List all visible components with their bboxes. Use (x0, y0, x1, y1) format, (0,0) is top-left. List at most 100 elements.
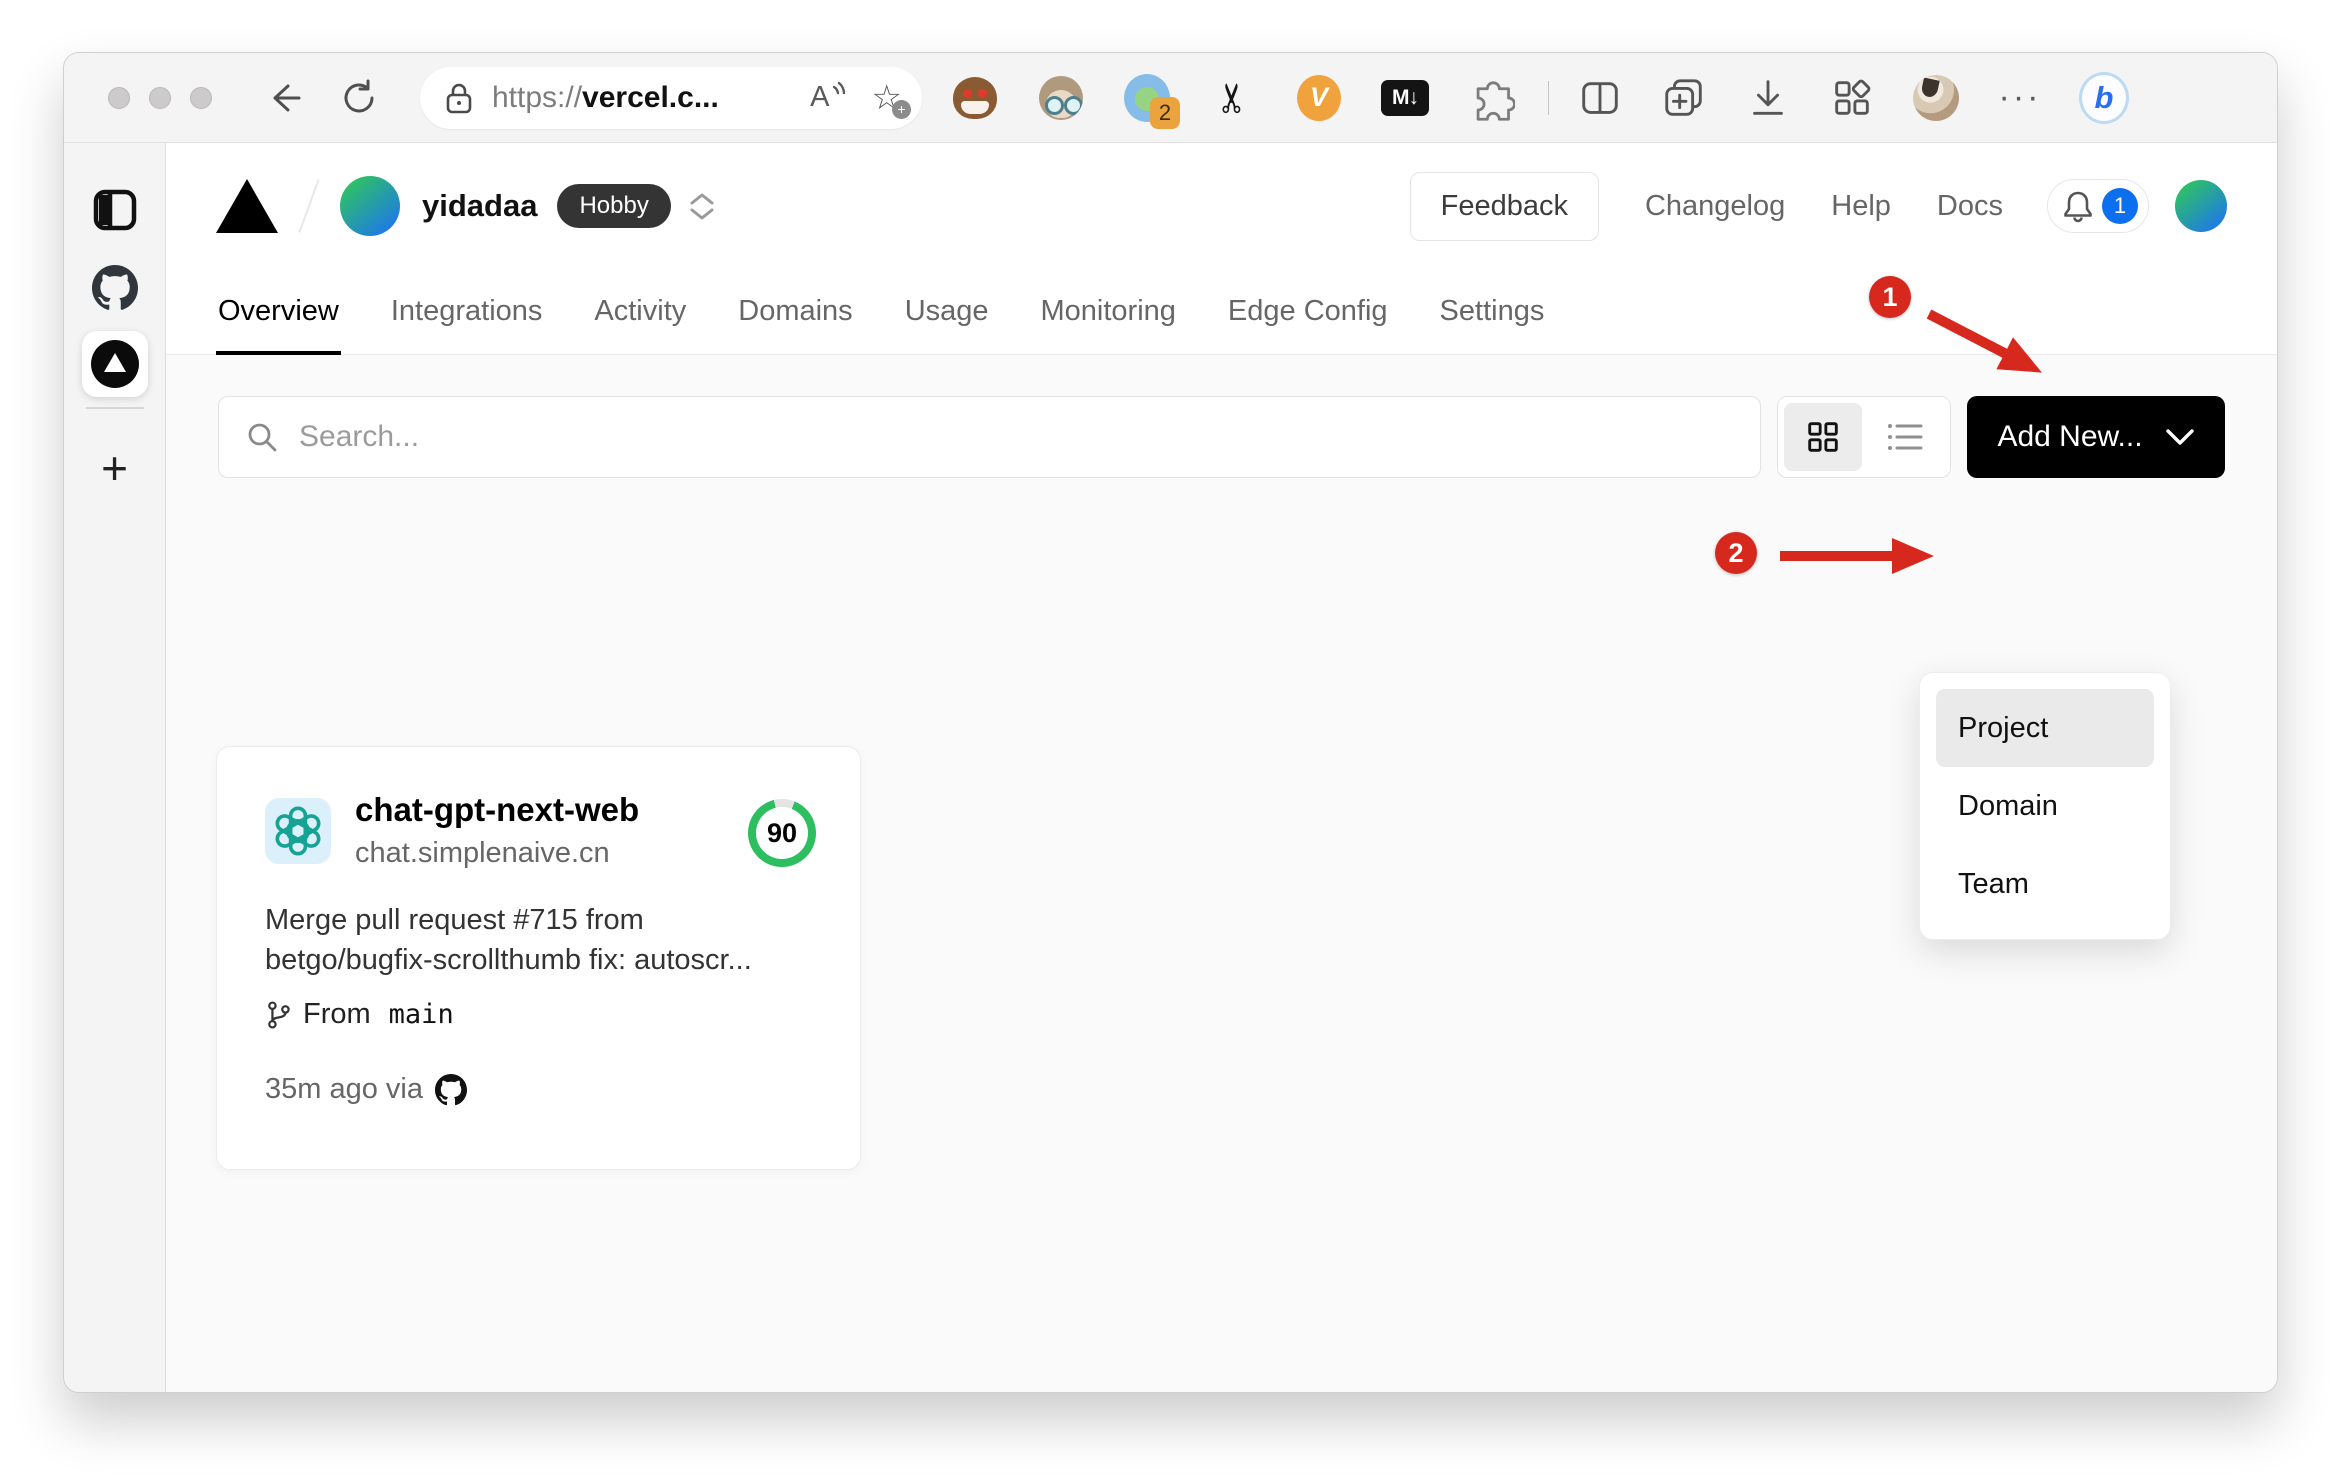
tab-domains[interactable]: Domains (738, 269, 852, 354)
dropdown-item-domain[interactable]: Domain (1936, 767, 2154, 845)
split-screen-icon (1582, 81, 1618, 114)
puzzle-icon (1476, 80, 1515, 121)
extension-clipper[interactable]: ✂ (1208, 73, 1258, 123)
project-domain[interactable]: chat.simplenaive.cn (355, 837, 639, 870)
project-card[interactable]: chat-gpt-next-web chat.simplenaive.cn 90… (216, 746, 861, 1170)
openai-logo-icon (275, 805, 321, 856)
dropdown-item-project[interactable]: Project (1936, 689, 2154, 767)
desktop-background: https://vercel.c... A ☆ + 2 ✂ V M↓ ··· b… (0, 0, 2342, 1476)
search-input[interactable] (299, 420, 1734, 454)
extension-markdownload[interactable]: M↓ (1380, 73, 1430, 123)
extension-v[interactable]: V (1294, 73, 1344, 123)
help-link[interactable]: Help (1831, 190, 1891, 223)
chevron-down-icon (690, 208, 714, 219)
zoom-window-button[interactable] (190, 86, 212, 109)
annotation-step-1: 1 (1869, 276, 1911, 318)
branch-row: From main (265, 998, 812, 1031)
tab-usage[interactable]: Usage (905, 269, 989, 354)
new-tab-button[interactable]: + (82, 435, 148, 501)
browser-toolbar: https://vercel.c... A ☆ + 2 ✂ V M↓ ··· b (64, 53, 2277, 143)
feedback-button[interactable]: Feedback (1409, 171, 1599, 241)
sidebar-panel-toggle-button[interactable] (82, 177, 148, 243)
plan-badge: Hobby (557, 184, 671, 228)
profile-button[interactable] (1911, 73, 1961, 123)
read-aloud-waves-icon (832, 81, 845, 95)
annotation-step-2: 2 (1715, 532, 1757, 574)
search-icon (248, 423, 277, 452)
tab-edge-config[interactable]: Edge Config (1228, 269, 1388, 354)
github-favicon (91, 265, 138, 310)
browser-tab-vercel-active[interactable] (81, 331, 148, 397)
lady-face-icon (1039, 75, 1083, 120)
split-screen-button[interactable] (1575, 73, 1625, 123)
browser-window: https://vercel.c... A ☆ + 2 ✂ V M↓ ··· b… (63, 52, 2278, 1393)
extension-singlefile[interactable] (1036, 73, 1086, 123)
bing-icon: b (2079, 71, 2129, 124)
grid-view-icon (1808, 422, 1838, 452)
read-aloud-label: A (810, 81, 830, 113)
changelog-link[interactable]: Changelog (1645, 190, 1785, 223)
deploy-time-row: 35m ago via (265, 1073, 812, 1106)
tab-settings[interactable]: Settings (1440, 269, 1545, 354)
toolbar-right-icons: ··· b (1575, 71, 2129, 124)
view-toggle (1777, 396, 1951, 478)
collections-button[interactable] (1659, 73, 1709, 123)
tab-overview[interactable]: Overview (216, 269, 341, 355)
project-card-header: chat-gpt-next-web chat.simplenaive.cn (265, 791, 812, 870)
notifications-button[interactable]: 1 (2047, 179, 2149, 233)
browser-sidebar: + (64, 143, 166, 1392)
team-name[interactable]: yidadaa (422, 188, 537, 224)
project-name[interactable]: chat-gpt-next-web (355, 791, 639, 829)
extension-tampermonkey[interactable] (950, 73, 1000, 123)
window-controls (108, 86, 212, 109)
branch-name: main (388, 999, 454, 1030)
minimize-window-button[interactable] (149, 86, 171, 109)
extensions-menu-button[interactable] (1466, 73, 1516, 123)
plus-icon: + (101, 442, 128, 494)
refresh-button[interactable] (336, 75, 382, 121)
settings-more-button[interactable]: ··· (1995, 73, 2045, 123)
collections-icon (1665, 78, 1702, 116)
dropdown-item-team[interactable]: Team (1936, 845, 2154, 923)
time-ago: 35m ago via (265, 1073, 423, 1105)
commit-line-2: betgo/bugfix-scrollthumb fix: autoscr... (265, 944, 752, 976)
add-new-label: Add New... (1997, 420, 2143, 453)
address-bar[interactable]: https://vercel.c... A ☆ + (420, 66, 922, 129)
ellipsis-icon: ··· (1998, 78, 2042, 116)
toolbar-divider (1548, 80, 1549, 115)
score-gauge: 90 (748, 799, 816, 867)
extension-icons: 2 ✂ V M↓ (950, 73, 1516, 129)
scissors-icon: ✂ (1210, 80, 1255, 115)
team-switcher-button[interactable] (689, 192, 715, 221)
add-favorite-button[interactable]: ☆ + (872, 81, 911, 119)
sidebar-divider (85, 407, 144, 409)
vercel-logo[interactable] (216, 179, 278, 233)
extension-badge: 2 (1150, 96, 1180, 129)
score-value: 90 (766, 817, 798, 848)
project-icon (265, 797, 331, 864)
read-aloud-button[interactable]: A (810, 81, 845, 114)
refresh-icon (344, 79, 374, 112)
list-view-button[interactable] (1866, 403, 1944, 471)
tab-activity[interactable]: Activity (594, 269, 686, 354)
tab-monitoring[interactable]: Monitoring (1041, 269, 1176, 354)
browser-tab-github[interactable] (82, 255, 148, 321)
close-window-button[interactable] (108, 86, 130, 109)
add-new-button[interactable]: Add New... (1967, 396, 2225, 478)
extension-translate[interactable]: 2 (1122, 73, 1180, 129)
user-avatar[interactable] (2175, 180, 2227, 232)
back-button[interactable] (260, 75, 306, 121)
chevron-up-icon (690, 193, 714, 204)
apps-grid-icon (1835, 79, 1871, 115)
grid-view-button[interactable] (1784, 403, 1862, 471)
commit-line-1: Merge pull request #715 from (265, 904, 644, 936)
tab-integrations[interactable]: Integrations (391, 269, 543, 354)
docs-link[interactable]: Docs (1937, 190, 2003, 223)
vercel-header: yidadaa Hobby Feedback Changelog Help Do… (166, 143, 2277, 269)
downloads-button[interactable] (1743, 73, 1793, 123)
commit-message: Merge pull request #715 from betgo/bugfi… (265, 900, 812, 980)
bing-chat-button[interactable]: b (2079, 71, 2129, 124)
bell-icon (2064, 191, 2092, 223)
page-content: yidadaa Hobby Feedback Changelog Help Do… (166, 143, 2277, 1392)
apps-button[interactable] (1827, 73, 1877, 123)
